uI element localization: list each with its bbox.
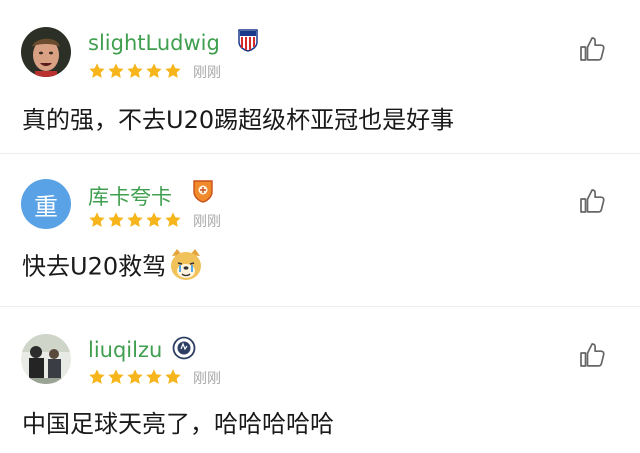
star-icon [164,368,182,386]
star-icon [126,368,144,386]
verified-crest-icon [172,336,196,360]
comment-item: 重 库卡夸卡 刚刚 快去U20救驾 [0,154,640,307]
crying-dog-emoji [171,249,202,280]
avatar[interactable] [21,334,71,384]
star-icon [88,211,106,229]
star-icon [107,62,125,80]
thumbs-up-icon[interactable] [578,341,606,369]
comment-text: 快去U20救驾 [22,252,167,281]
username[interactable]: 库卡夸卡 [88,181,172,211]
rating-stars [88,368,182,386]
star-icon [107,368,125,386]
avatar[interactable]: 重 [21,179,71,229]
username[interactable]: liuqilzu [88,338,162,362]
star-icon [164,62,182,80]
star-icon [145,368,163,386]
rating-stars [88,62,182,80]
timestamp: 刚刚 [193,214,221,230]
thumbs-up-icon[interactable] [578,35,606,63]
thumbs-up-icon[interactable] [578,187,606,215]
star-icon [107,211,125,229]
comment-text-row: 快去U20救驾 [22,246,204,282]
orange-club-crest-icon [192,179,214,203]
username[interactable]: slightLudwig [88,31,220,55]
star-icon [145,62,163,80]
star-icon [126,211,144,229]
comment-item: liuqilzu 刚刚 中国足球天亮了，哈哈哈哈哈 [0,307,640,453]
avatar[interactable] [21,27,71,77]
group-photo-avatar [21,334,71,384]
timestamp: 刚刚 [193,371,221,387]
star-icon [88,368,106,386]
star-icon [164,211,182,229]
star-icon [88,62,106,80]
star-icon [145,211,163,229]
rating-stars [88,211,182,229]
comment-text: 真的强，不去U20踢超级杯亚冠也是好事 [22,106,455,134]
atletico-crest-icon [237,28,259,52]
footballer-photo-avatar [21,27,71,77]
comment-text: 中国足球天亮了，哈哈哈哈哈 [22,410,334,438]
timestamp: 刚刚 [193,65,221,81]
star-icon [126,62,144,80]
comment-item: slightLudwig 刚刚 真的强，不去U20踢超级杯亚冠也是好事 [0,0,640,153]
avatar-letter: 重 [34,192,58,221]
